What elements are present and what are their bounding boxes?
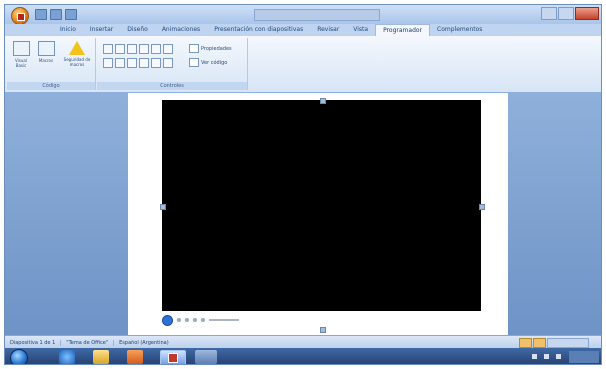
maximize-button[interactable] [558,7,574,20]
tab-insertar[interactable]: Insertar [83,24,120,36]
warning-icon [69,41,85,55]
powerpoint-window: Inicio Insertar Diseño Animaciones Prese… [4,4,602,365]
spin-control-icon[interactable] [127,58,137,68]
code-group-label: Código [7,82,95,90]
properties-button[interactable]: Propiedades [189,44,232,53]
controls-row-1 [103,44,173,54]
properties-label: Propiedades [201,45,232,52]
resize-handle-left[interactable] [160,204,166,210]
tab-presentacion[interactable]: Presentación con diapositivas [207,24,310,36]
resize-handle-bottom[interactable] [320,327,326,333]
ribbon-tabs: Inicio Insertar Diseño Animaciones Prese… [5,24,601,36]
properties-icon [189,44,199,53]
tray-arrow-icon[interactable] [532,354,537,359]
status-bar: Diapositiva 1 de 1 "Tema de Office" Espa… [5,335,601,349]
view-code-button[interactable]: Ver código [189,58,227,67]
theme-name: "Tema de Office" [60,339,113,346]
system-tray [532,354,561,359]
redo-icon[interactable] [65,9,77,20]
tab-programador[interactable]: Programador [375,24,431,36]
language[interactable]: Español (Argentina) [113,339,174,346]
resize-handle-right[interactable] [479,204,485,210]
macros-label: Macros [38,58,54,63]
zoom-slider[interactable] [547,338,589,348]
view-buttons [519,338,589,348]
save-icon[interactable] [35,9,47,20]
media-player-icon[interactable] [127,350,143,364]
macro-security-button[interactable]: Seguridad de macros [62,40,92,74]
taskbar [5,348,601,364]
previous-icon[interactable] [185,318,189,322]
scrollbar-control-icon[interactable] [139,58,149,68]
volume-slider[interactable] [209,319,239,321]
normal-view-icon[interactable] [519,338,532,348]
quick-access-toolbar [35,9,77,20]
undo-icon[interactable] [50,9,62,20]
slide-counter: Diapositiva 1 de 1 [10,339,56,346]
macro-security-label: Seguridad de macros [63,57,91,67]
slide[interactable] [128,93,508,335]
code-group: Visual Basic Macros Seguridad de macros … [7,38,96,90]
network-icon[interactable] [544,354,549,359]
internet-explorer-icon[interactable] [59,350,75,364]
volume-icon[interactable] [201,318,205,322]
resize-handle-top[interactable] [320,98,326,104]
visual-basic-button[interactable]: Visual Basic [10,40,32,74]
media-controls [162,313,481,327]
clock[interactable] [569,351,599,363]
powerpoint-icon[interactable] [160,350,186,364]
folder-icon[interactable] [93,350,109,364]
macros-icon [37,41,55,56]
title-bar [5,5,601,25]
volume-tray-icon[interactable] [556,354,561,359]
sorter-view-icon[interactable] [533,338,546,348]
controls-group: Propiedades Ver código Controles [97,38,248,90]
window-controls [540,7,599,20]
togglebutton-control-icon[interactable] [115,58,125,68]
start-button[interactable] [10,349,28,364]
tab-revisar[interactable]: Revisar [310,24,346,36]
more-controls-icon[interactable] [163,58,173,68]
textbox-control-icon[interactable] [115,44,125,54]
slide-workspace [5,92,601,335]
label-control-icon[interactable] [103,44,113,54]
combobox-control-icon[interactable] [103,58,113,68]
office-logo-icon [17,13,25,21]
window-title [254,9,380,21]
media-player-object[interactable] [162,100,481,311]
tab-vista[interactable]: Vista [346,24,375,36]
image-control-icon[interactable] [151,58,161,68]
checkbox-control-icon[interactable] [139,44,149,54]
powerpoint-logo-icon [168,353,178,363]
tab-diseno[interactable]: Diseño [120,24,155,36]
view-code-icon [189,58,199,67]
tab-animaciones[interactable]: Animaciones [155,24,207,36]
stop-icon[interactable] [177,318,181,322]
macros-button[interactable]: Macros [35,40,57,74]
option-control-icon[interactable] [151,44,161,54]
tab-inicio[interactable]: Inicio [53,24,83,36]
view-code-label: Ver código [201,59,228,66]
visual-basic-icon [12,41,30,56]
close-button[interactable] [575,7,599,20]
minimize-button[interactable] [541,7,557,20]
button-control-icon[interactable] [127,44,137,54]
play-icon[interactable] [162,314,173,326]
listbox-control-icon[interactable] [163,44,173,54]
next-icon[interactable] [193,318,197,322]
controls-row-2 [103,58,173,68]
office-button[interactable] [11,7,29,25]
controls-group-label: Controles [97,82,247,90]
window-icon[interactable] [195,350,217,364]
tab-complementos[interactable]: Complementos [430,24,489,36]
visual-basic-label: Visual Basic [15,58,27,68]
ribbon: Visual Basic Macros Seguridad de macros … [5,36,601,93]
